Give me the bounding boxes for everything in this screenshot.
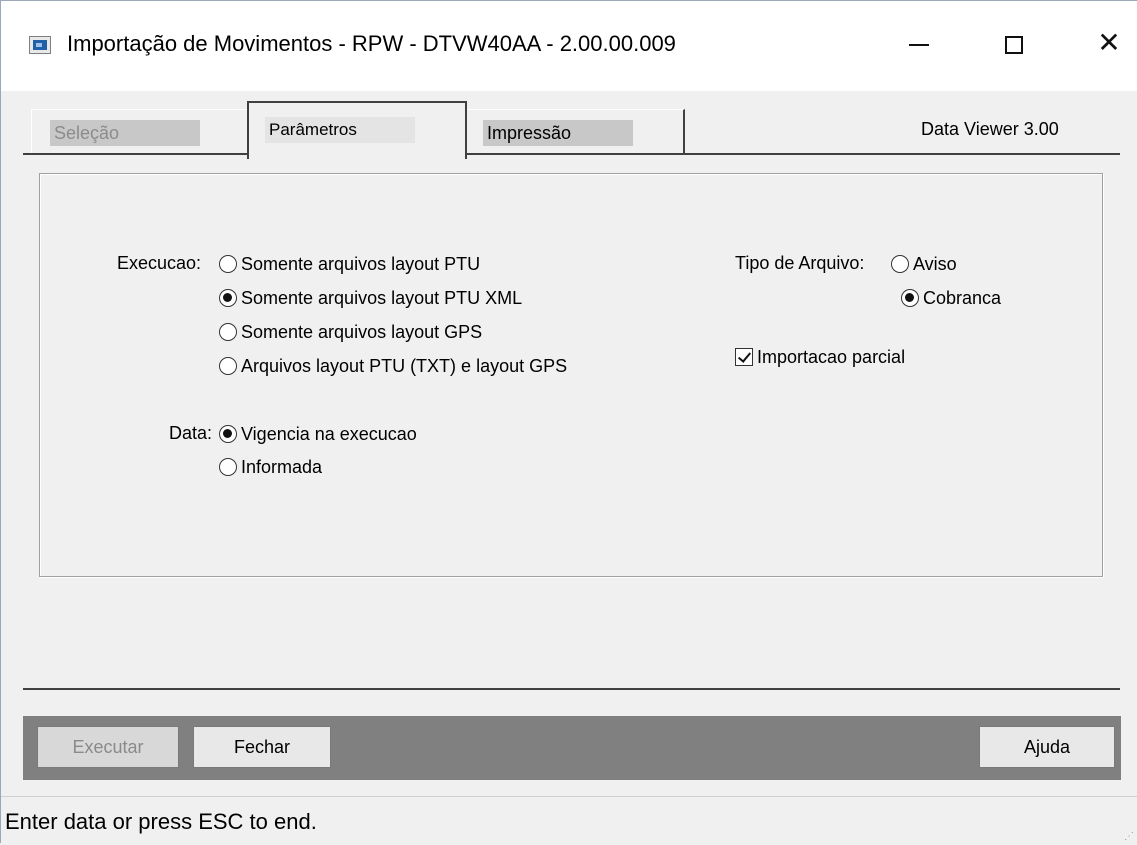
radio-circle	[219, 357, 237, 375]
fechar-button[interactable]: Fechar	[193, 726, 331, 768]
tab-impressao[interactable]: Impressão	[467, 109, 685, 153]
status-text: Enter data or press ESC to end.	[5, 809, 317, 834]
maximize-icon	[1005, 36, 1023, 55]
executar-button[interactable]: Executar	[37, 726, 179, 768]
tab-impressao-label: Impressão	[483, 120, 633, 146]
radio-execucao-ptu-txt-gps[interactable]: Arquivos layout PTU (TXT) e layout GPS	[219, 355, 567, 377]
radio-circle	[891, 255, 909, 273]
minimize-button[interactable]	[896, 23, 942, 63]
radio-circle	[219, 323, 237, 341]
radio-execucao-ptu-xml[interactable]: Somente arquivos layout PTU XML	[219, 287, 522, 309]
radio-execucao-ptu[interactable]: Somente arquivos layout PTU	[219, 253, 480, 275]
tab-parametros-label: Parâmetros	[265, 117, 415, 143]
radio-data-informada[interactable]: Informada	[219, 456, 322, 478]
tipo-arquivo-label: Tipo de Arquivo:	[735, 253, 865, 273]
radio-label: Cobranca	[923, 287, 1002, 308]
radio-label: Somente arquivos layout GPS	[241, 321, 483, 342]
radio-tipo-cobranca[interactable]: Cobranca	[901, 287, 1001, 309]
tab-selecao[interactable]: Seleção	[31, 109, 249, 153]
status-bar: Enter data or press ESC to end. ⋰	[1, 796, 1137, 845]
minimize-icon	[909, 44, 929, 47]
radio-circle	[219, 458, 237, 476]
radio-execucao-gps[interactable]: Somente arquivos layout GPS	[219, 321, 482, 343]
radio-label: Arquivos layout PTU (TXT) e layout GPS	[241, 355, 568, 376]
close-button[interactable]: ✕	[1086, 23, 1132, 63]
radio-circle	[219, 255, 237, 273]
maximize-button[interactable]	[991, 23, 1037, 63]
title-bar: Importação de Movimentos - RPW - DTVW40A…	[1, 1, 1137, 91]
radio-circle-selected	[219, 425, 237, 443]
radio-data-vigencia[interactable]: Vigencia na execucao	[219, 423, 417, 445]
tab-selecao-label: Seleção	[50, 120, 200, 146]
execucao-label: Execucao:	[117, 253, 202, 273]
importacao-parcial-checkbox[interactable]: Importacao parcial	[735, 346, 905, 368]
close-icon: ✕	[1097, 27, 1121, 58]
ajuda-button[interactable]: Ajuda	[979, 726, 1115, 768]
radio-label: Vigencia na execucao	[241, 423, 417, 444]
radio-circle-selected	[219, 289, 237, 307]
resize-grip-icon[interactable]: ⋰	[1124, 831, 1134, 842]
window-title: Importação de Movimentos - RPW - DTVW40A…	[67, 31, 676, 56]
radio-label: Somente arquivos layout PTU	[241, 253, 481, 274]
checkbox-label: Importacao parcial	[757, 346, 906, 367]
radio-label: Aviso	[913, 253, 957, 274]
radio-circle-selected	[901, 289, 919, 307]
data-viewer-version: Data Viewer 3.00	[921, 119, 1059, 139]
radio-tipo-aviso[interactable]: Aviso	[891, 253, 957, 275]
button-bar: Executar Fechar Ajuda	[23, 716, 1121, 780]
data-label: Data:	[169, 423, 213, 443]
checkbox-box-checked	[735, 348, 753, 366]
parameters-frame	[39, 173, 1103, 577]
radio-label: Informada	[241, 456, 323, 477]
tab-parametros[interactable]: Parâmetros	[247, 101, 467, 159]
app-icon	[29, 36, 51, 54]
app-window: Importação de Movimentos - RPW - DTVW40A…	[0, 0, 1137, 843]
radio-label: Somente arquivos layout PTU XML	[241, 287, 523, 308]
